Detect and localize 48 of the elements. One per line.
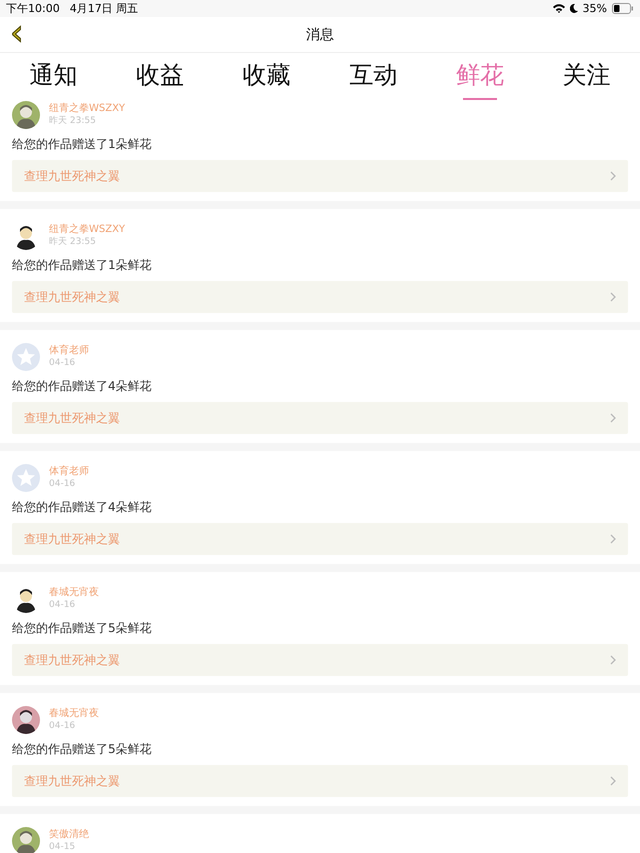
tab[interactable]: 关注: [562, 53, 611, 101]
user-name[interactable]: 春城无宵夜: [49, 587, 99, 599]
battery-icon: [612, 3, 634, 14]
work-link[interactable]: 查理九世死神之翼: [12, 402, 628, 434]
tab[interactable]: 通知: [29, 53, 78, 101]
page-title: 消息: [306, 26, 334, 44]
back-button[interactable]: ‹: [6, 18, 28, 48]
date-text: 4月17日 周五: [70, 1, 138, 16]
star-avatar-icon: [12, 343, 40, 371]
chevron-icon: [610, 534, 616, 544]
chevron-icon: [610, 655, 616, 665]
user-name[interactable]: 纽青之拳WSZXY: [49, 103, 126, 115]
work-link[interactable]: 查理九世死神之翼: [12, 281, 628, 313]
user-name[interactable]: 春城无宵夜: [49, 708, 99, 720]
timestamp: 昨天 23:55: [49, 236, 97, 248]
timestamp: 04-16: [49, 720, 76, 732]
tab[interactable]: 鲜花: [456, 53, 504, 101]
message-text: 给您的作品赠送了1朵鲜花: [12, 136, 153, 152]
message-text: 给您的作品赠送了1朵鲜花: [12, 257, 153, 273]
user-name[interactable]: 笑傲清绝: [49, 829, 89, 841]
chevron-icon: [610, 171, 616, 181]
chevron-icon: [610, 413, 616, 423]
message-text: 给您的作品赠送了5朵鲜花: [12, 620, 153, 636]
wifi-icon: [552, 4, 565, 13]
tab[interactable]: 收益: [136, 53, 184, 101]
user-name[interactable]: 纽青之拳WSZXY: [49, 224, 126, 236]
work-link[interactable]: 查理九世死神之翼: [12, 644, 628, 676]
work-link[interactable]: 查理九世死神之翼: [12, 160, 628, 192]
timestamp: 04-15: [49, 841, 76, 853]
work-link[interactable]: 查理九世死神之翼: [12, 765, 628, 797]
chevron-icon: [610, 292, 616, 302]
user-name[interactable]: 体育老师: [49, 466, 89, 478]
timestamp: 04-16: [49, 478, 76, 490]
work-link[interactable]: 查理九世死神之翼: [12, 523, 628, 555]
timestamp: 04-16: [49, 357, 76, 369]
message-text: 给您的作品赠送了4朵鲜花: [12, 499, 153, 515]
tab[interactable]: 收藏: [242, 53, 291, 101]
timestamp: 04-16: [49, 599, 76, 611]
star-avatar-icon: [12, 464, 40, 492]
moon-icon: [570, 4, 578, 13]
message-text: 给您的作品赠送了4朵鲜花: [12, 378, 153, 394]
tab[interactable]: 互动: [349, 53, 398, 101]
chevron-icon: [610, 776, 616, 786]
user-name[interactable]: 体育老师: [49, 345, 89, 357]
timestamp: 昨天 23:55: [49, 115, 97, 127]
clock-time: 下午10:00: [6, 1, 60, 16]
message-text: 给您的作品赠送了5朵鲜花: [12, 741, 153, 757]
battery-percent: 35%: [582, 2, 607, 15]
